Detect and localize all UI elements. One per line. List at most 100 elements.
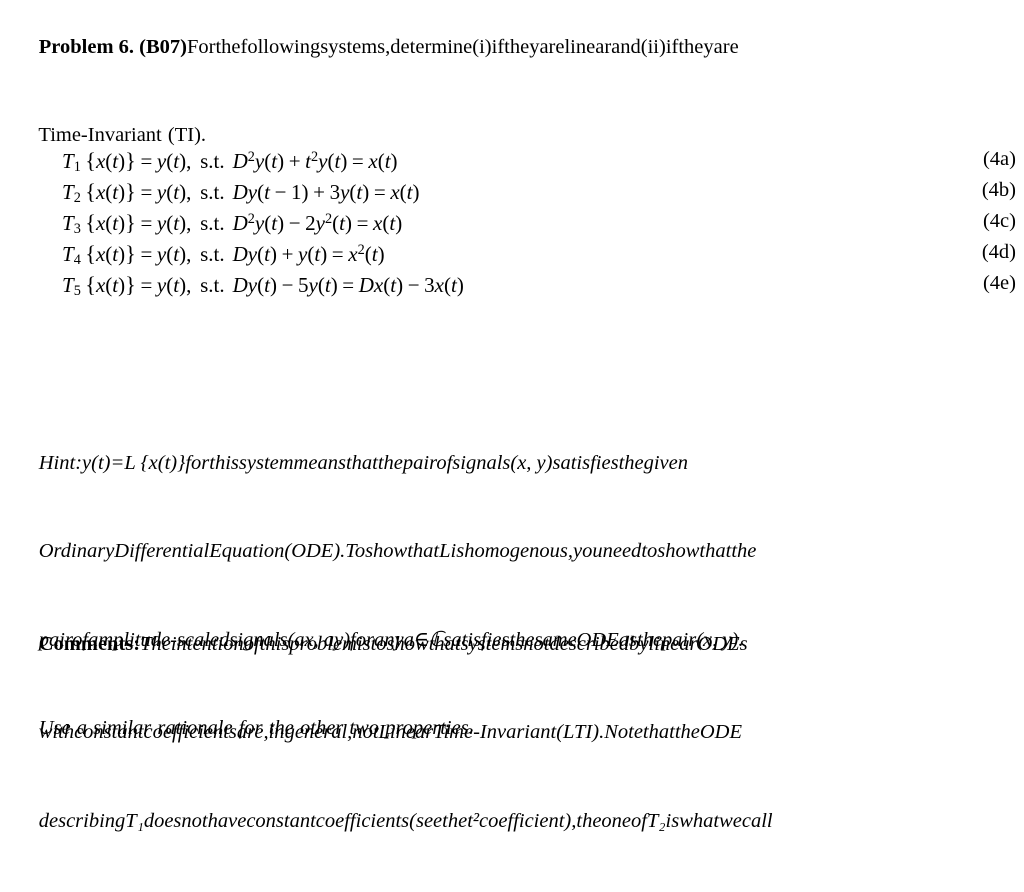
comments-line-1: Comments:Theintentionofthisproblemistosh… xyxy=(8,600,1016,689)
hint-word: show xyxy=(657,540,700,562)
comments-word: show xyxy=(386,632,429,655)
comments-word: not xyxy=(523,632,550,655)
hint-word: pair xyxy=(402,451,437,474)
header-word: and xyxy=(611,35,641,58)
comments-word: is xyxy=(356,632,371,655)
hint-word: Equation xyxy=(209,540,285,562)
problem-label: Problem 6. (B07) xyxy=(38,35,187,58)
comments-word: coefficients xyxy=(315,809,410,832)
header-word: are xyxy=(713,35,739,58)
header-word: they xyxy=(678,35,714,58)
hint-word: y(t) xyxy=(82,451,111,474)
comments-word: describing xyxy=(38,809,126,832)
equation-body-4b: T2 {x(t)} = y(t), s.t. Dy(t −1) +3y(t) = x(t) xyxy=(62,179,420,207)
hint-word: (x, y) xyxy=(510,451,553,474)
header-word: determine xyxy=(390,35,473,58)
hint-word: L xyxy=(439,540,451,562)
comments-label: Comments: xyxy=(38,632,141,655)
equation-tag: (4a) xyxy=(982,148,1016,170)
equation-row: T4 {x(t)} = y(t), s.t. Dy(t) + y(t) = x2(t) (4d) xyxy=(8,241,1016,272)
hint-word: Ordinary xyxy=(38,540,115,562)
hint-word: this xyxy=(209,451,239,474)
header-word: (i) xyxy=(472,35,492,58)
equation-body-4e: T5 {x(t)} = y(t), s.t. Dy(t) −5y(t) = Dx(t) −3x(… xyxy=(62,272,464,300)
equation-tag: (4e) xyxy=(982,272,1016,294)
header-word: Time-Invariant xyxy=(38,124,162,146)
comments-line-3: describingT₁doesnothaveconstantcoefficie… xyxy=(8,777,1016,866)
equation-row: T5 {x(t)} = y(t), s.t. Dy(t) −5y(t) = Dx(t) −3x(… xyxy=(8,272,1016,303)
hint-word: To xyxy=(345,540,366,562)
such-that-label: s.t. xyxy=(200,211,225,235)
header-word: they xyxy=(504,35,540,58)
hint-word: homogenous, xyxy=(464,540,573,562)
hint-word: the xyxy=(618,451,644,474)
comments-word: of xyxy=(631,809,647,832)
header-word: if xyxy=(491,35,505,58)
comments-word: problem xyxy=(289,632,357,655)
comments-word: one xyxy=(601,809,632,832)
comments-word: what xyxy=(679,809,720,832)
hint-line-1: Hint:y(t)=L {x(t)}forthissystemmeansthat… xyxy=(8,419,1016,508)
comments-word: ODEs xyxy=(697,632,748,655)
such-that-label: s.t. xyxy=(200,242,225,266)
comments-line-2: withconstantcoefficientsare,ingeneral,no… xyxy=(8,689,1016,778)
operator-index: 4 xyxy=(73,252,81,269)
equation-row: T1 {x(t)} = y(t), s.t. D2y(t) + t2y(t) = x(t) (4… xyxy=(8,148,1016,179)
header-word: linear xyxy=(564,35,612,58)
comments-word: coefficient), xyxy=(479,809,577,832)
document-page: Problem 6. (B07)Forthefollowingsystems,d… xyxy=(0,0,1024,892)
operator-index: 5 xyxy=(73,283,81,300)
comments-word: coefficients xyxy=(143,721,237,743)
header-word: systems, xyxy=(320,35,391,58)
comments-word: The xyxy=(140,632,171,655)
header-word: (TI). xyxy=(167,124,207,146)
header-word: (ii) xyxy=(640,35,666,58)
hint-word: need xyxy=(602,540,642,562)
equation-body-4d: T4 {x(t)} = y(t), s.t. Dy(t) + y(t) = x2(t) xyxy=(62,241,385,269)
comments-word: that xyxy=(642,721,675,743)
comments-word: T₂ xyxy=(646,809,666,832)
comments-word: we xyxy=(719,809,742,832)
hint-word: signals xyxy=(452,451,511,474)
hint-line-2: OrdinaryDifferentialEquation(ODE).Toshow… xyxy=(8,508,1016,597)
comments-word: of xyxy=(243,632,260,655)
operator-symbol: T xyxy=(62,180,74,204)
operator-symbol: T xyxy=(62,242,74,266)
comments-word: in xyxy=(268,721,285,743)
header-word: For xyxy=(186,35,216,58)
hint-word: system xyxy=(238,451,294,474)
comments-word: by xyxy=(629,632,649,655)
operator-symbol: T xyxy=(62,273,74,297)
such-that-label: s.t. xyxy=(200,180,225,204)
comments-word: constant xyxy=(74,721,144,743)
comments-word: t² xyxy=(467,809,480,832)
equation-tag: (4b) xyxy=(981,179,1016,201)
hint-word: the xyxy=(377,451,403,474)
operator-index: 1 xyxy=(73,159,81,176)
comments-word: to xyxy=(370,632,387,655)
hint-word: that xyxy=(345,451,378,474)
problem-statement-line-1: Problem 6. (B07)Forthefollowingsystems,d… xyxy=(8,3,1016,92)
comments-word: Linear xyxy=(378,721,434,743)
comments-word: not xyxy=(181,809,208,832)
hint-word: that xyxy=(699,540,732,562)
equation-list: T1 {x(t)} = y(t), s.t. D2y(t) + t2y(t) = x(t) (4… xyxy=(8,148,1016,303)
comments-word: Time-Invariant xyxy=(433,721,557,743)
comments-word: are, xyxy=(236,721,269,743)
operator-index: 3 xyxy=(73,221,81,238)
comments-word: have xyxy=(207,809,247,832)
hint-word: (ODE). xyxy=(284,540,346,562)
comments-word: (LTI). xyxy=(556,721,605,743)
hint-word: show xyxy=(365,540,408,562)
hint-word: satisfies xyxy=(552,451,619,474)
comments-word: is xyxy=(665,809,680,832)
comments-word: systems xyxy=(460,632,524,655)
comments-word: intention xyxy=(170,632,244,655)
comments-word: ODE xyxy=(699,721,743,743)
hint-word: you xyxy=(573,540,603,562)
operator-symbol: T xyxy=(62,211,74,235)
comments-word: call xyxy=(741,809,773,832)
comments-word: that xyxy=(428,632,461,655)
comments-word: (see xyxy=(409,809,443,832)
hint-word: means xyxy=(293,451,346,474)
